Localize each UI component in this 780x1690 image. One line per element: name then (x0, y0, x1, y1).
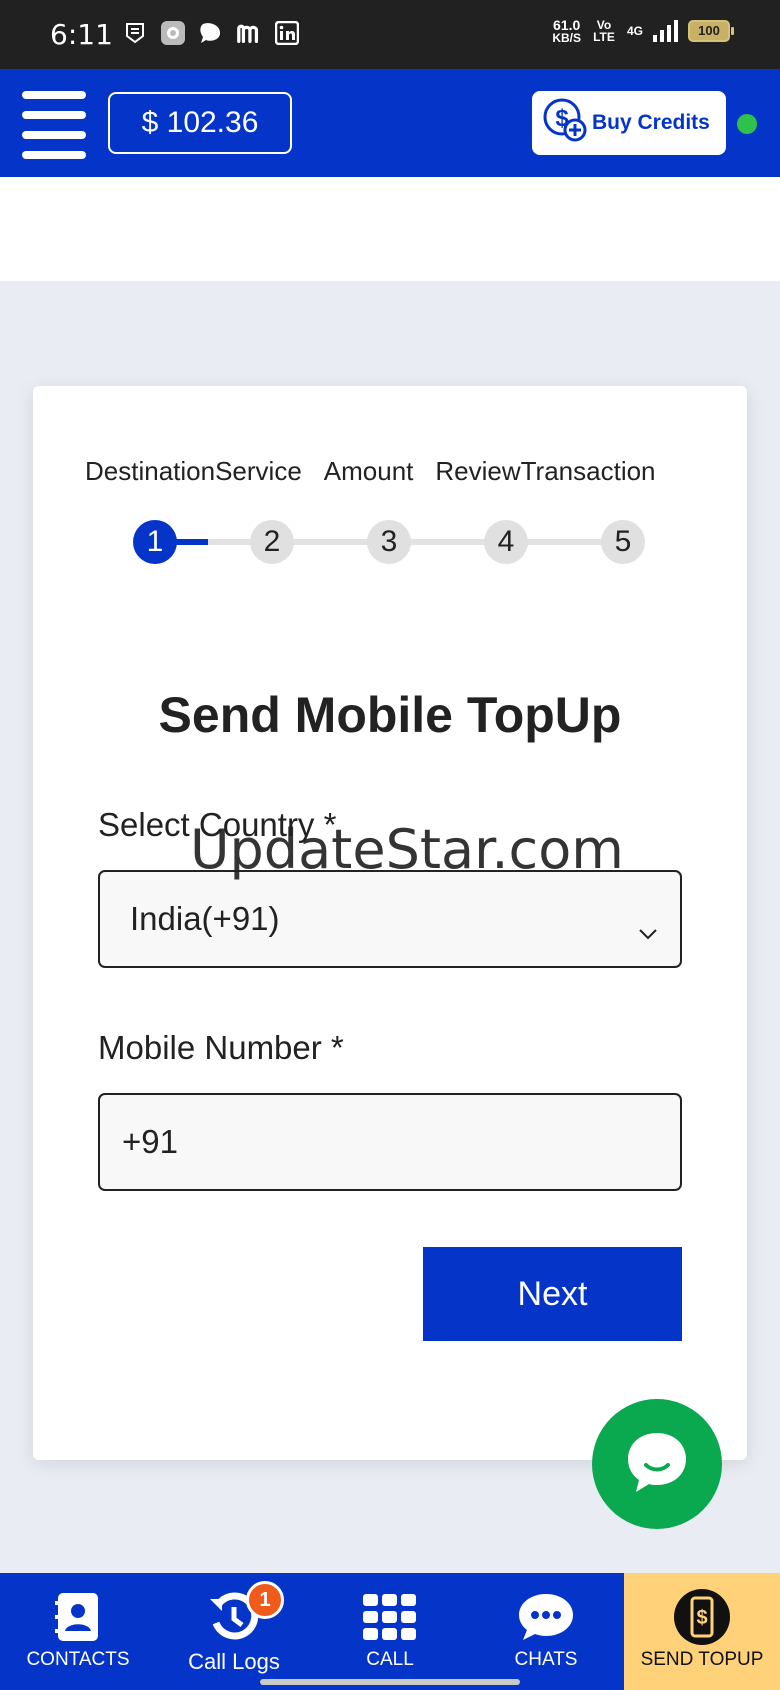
home-indicator[interactable] (260, 1679, 520, 1685)
step-1[interactable]: 1 (133, 520, 177, 564)
country-select-value: India(+91) (130, 900, 280, 937)
status-bar: 6:11 61.0 KB/S Vo LTE 4G 100 (0, 0, 780, 69)
country-select[interactable]: India(+91) (98, 870, 682, 968)
nav-contacts-label: CONTACTS (26, 1649, 130, 1670)
nav-chats[interactable]: CHATS (468, 1573, 624, 1690)
contacts-icon (55, 1587, 101, 1647)
battery-icon: 100 (688, 20, 734, 42)
step-label-transaction: Transaction (520, 456, 656, 486)
nav-send-topup[interactable]: $ SEND TOPUP (624, 1573, 780, 1690)
svg-text:$: $ (696, 1607, 707, 1629)
online-status-dot (737, 114, 757, 134)
chat-app-icon (198, 20, 224, 46)
chevron-down-icon (638, 910, 658, 948)
call-logs-icon: 1 (208, 1581, 284, 1647)
nav-contacts[interactable]: CONTACTS (0, 1573, 156, 1690)
buy-credits-button[interactable]: $ Buy Credits (532, 91, 726, 155)
nav-call-label: CALL (366, 1649, 414, 1670)
status-time: 6:11 (50, 18, 113, 51)
signal-icon (653, 20, 678, 42)
shield-app-icon (122, 20, 148, 46)
stepper: 1 2 3 4 5 (133, 520, 645, 564)
next-button[interactable]: Next (423, 1247, 682, 1341)
network-type: 4G (626, 24, 643, 38)
dialpad-icon (363, 1587, 417, 1647)
volte-indicator: Vo LTE (593, 18, 615, 44)
call-logs-badge: 1 (246, 1581, 284, 1619)
mobile-label: Mobile Number * (98, 1029, 344, 1066)
step-4[interactable]: 4 (484, 520, 528, 564)
bottom-navigation: CONTACTS 1 Call Logs CALL CHATS $ SEND T… (0, 1573, 780, 1690)
linkedin-icon (274, 20, 300, 46)
nav-call[interactable]: CALL (312, 1573, 468, 1690)
step-2[interactable]: 2 (250, 520, 294, 564)
buy-credits-label: Buy Credits (592, 111, 710, 134)
nav-send-topup-label: SEND TOPUP (640, 1649, 764, 1670)
step-label-service: Service (215, 456, 302, 486)
nav-call-logs-label: Call Logs (188, 1649, 280, 1674)
nav-call-logs[interactable]: 1 Call Logs (156, 1573, 312, 1690)
watermark: UpdateStar.com (190, 818, 624, 881)
topup-card: Destination Service Amount Review Transa… (33, 386, 747, 1460)
send-topup-icon: $ (673, 1587, 731, 1647)
step-label-amount: Amount (323, 456, 414, 486)
app-header: $ 102.36 $ Buy Credits (0, 69, 780, 177)
banner-area (0, 177, 780, 281)
mobile-number-value: +91 (122, 1123, 178, 1160)
balance-display[interactable]: $ 102.36 (108, 92, 292, 154)
dollar-plus-icon: $ (542, 97, 588, 149)
m-app-icon (236, 20, 262, 46)
step-5[interactable]: 5 (601, 520, 645, 564)
chat-icon (622, 1427, 692, 1502)
stepper-labels: Destination Service Amount Review Transa… (85, 456, 705, 487)
notification-icons (122, 20, 300, 46)
nav-chats-label: CHATS (514, 1649, 578, 1670)
live-chat-button[interactable] (592, 1399, 722, 1529)
chat-bubble-icon (517, 1587, 575, 1647)
step-3[interactable]: 3 (367, 520, 411, 564)
mobile-number-field[interactable]: +91 (98, 1093, 682, 1191)
step-label-destination: Destination (85, 456, 216, 486)
menu-icon[interactable] (22, 91, 86, 159)
page-title: Send Mobile TopUp (158, 687, 622, 743)
settings-app-icon (160, 20, 186, 46)
network-speed: 61.0 KB/S (552, 17, 581, 45)
status-right: 61.0 KB/S Vo LTE 4G 100 (552, 17, 734, 45)
step-label-review: Review (435, 456, 521, 486)
